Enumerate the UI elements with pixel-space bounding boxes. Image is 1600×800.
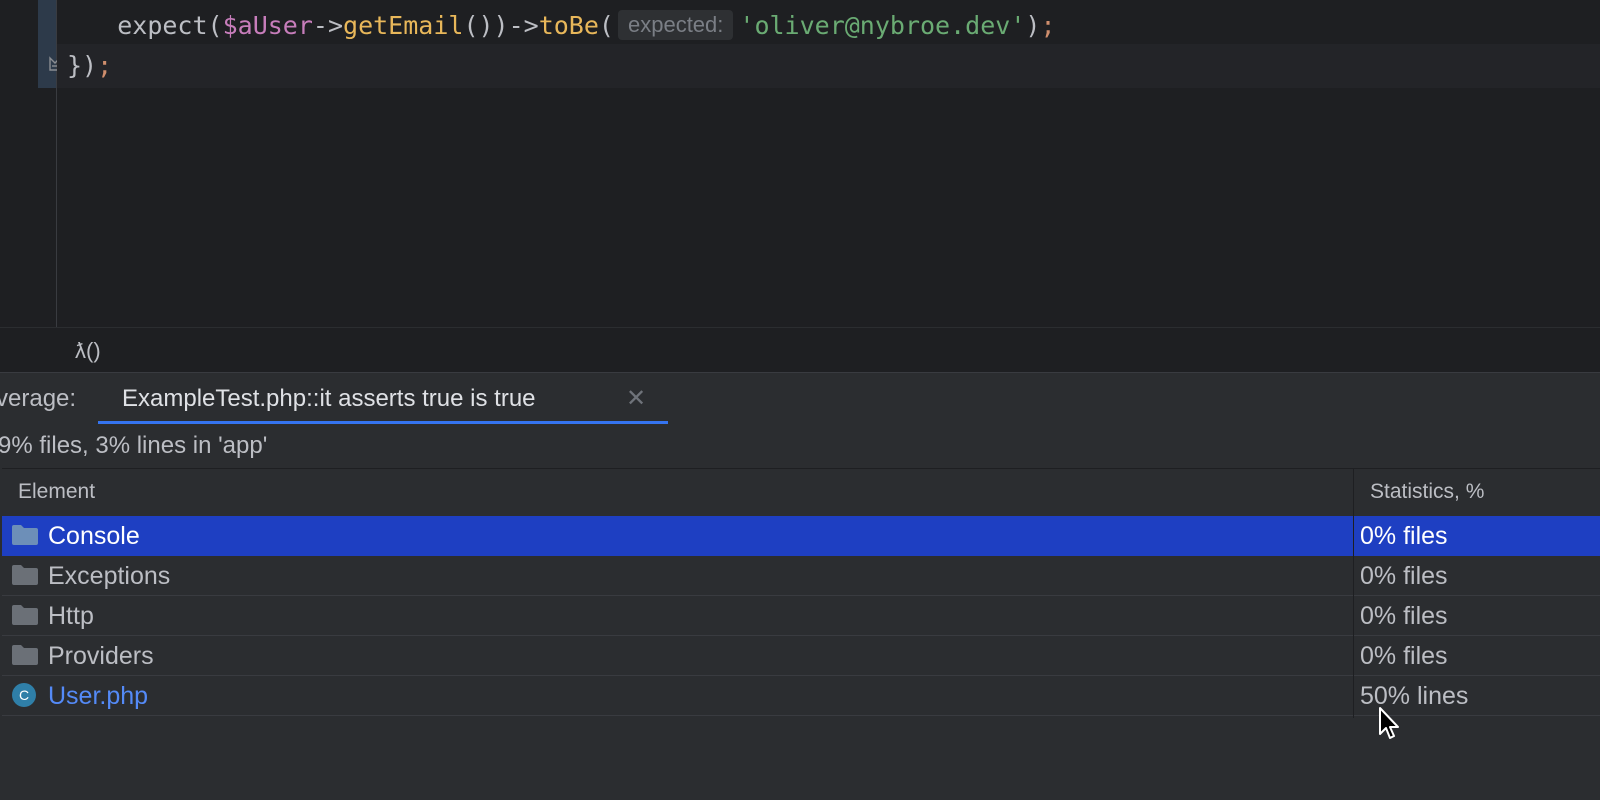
coverage-summary: 9% files, 3% lines in 'app'	[0, 432, 268, 459]
table-row[interactable]: Exceptions 0% files	[2, 556, 1600, 596]
table-row[interactable]: Console 0% files	[2, 516, 1600, 556]
code-closing-brace: })	[67, 51, 98, 80]
parameter-inlay-hint: expected:	[617, 10, 734, 40]
table-row[interactable]: Http 0% files	[2, 596, 1600, 636]
coverage-tool-header: verage: ExampleTest.php::it asserts true…	[0, 372, 1600, 426]
code-variable: $aUser	[222, 11, 313, 40]
table-header: Element Statistics, %	[2, 468, 1600, 518]
coverage-summary-bar: 9% files, 3% lines in 'app'	[0, 424, 1600, 468]
row-statistic: 0% files	[1360, 602, 1448, 630]
code-editor[interactable]: expect($aUser->getEmail())->toBe(expecte…	[0, 0, 1600, 327]
mouse-cursor-icon	[1378, 706, 1402, 742]
folder-icon	[11, 564, 39, 586]
table-row[interactable]: C User.php 50% lines	[2, 676, 1600, 716]
close-icon[interactable]: ✕	[626, 382, 646, 416]
editor-gutter[interactable]	[0, 0, 57, 327]
code-line-2[interactable]: });	[57, 44, 1600, 88]
coverage-table[interactable]: Element Statistics, % Console 0% files E…	[2, 468, 1600, 800]
table-row[interactable]: Providers 0% files	[2, 636, 1600, 676]
editor-breadcrumb-bar: ƛ()	[0, 327, 1600, 373]
folder-icon	[11, 604, 39, 626]
code-paren: (	[207, 11, 223, 40]
tab-coverage-run[interactable]: ExampleTest.php::it asserts true is true…	[98, 373, 668, 426]
folder-icon	[11, 644, 39, 666]
code-string-literal: 'oliver@nybroe.dev'	[739, 11, 1026, 40]
code-call-parens: ())	[463, 11, 509, 40]
code-semicolon: ;	[1040, 11, 1056, 40]
row-name: Exceptions	[48, 562, 171, 590]
code-arrow: ->	[312, 11, 344, 40]
code-line-1[interactable]: expect($aUser->getEmail())->toBe(expecte…	[57, 4, 1600, 48]
code-method-tobe: toBe	[538, 11, 599, 40]
php-class-icon: C	[11, 683, 39, 707]
row-statistic: 0% files	[1360, 562, 1448, 590]
row-name: Console	[48, 522, 140, 550]
row-statistic: 0% files	[1360, 642, 1448, 670]
code-function-expect: expect	[117, 11, 208, 40]
row-statistic: 0% files	[1360, 522, 1448, 550]
code-semicolon: ;	[97, 51, 113, 80]
breadcrumb-lambda[interactable]: ƛ()	[75, 336, 101, 366]
svg-text:C: C	[19, 687, 29, 703]
row-statistic: 50% lines	[1360, 682, 1469, 710]
tab-label: ExampleTest.php::it asserts true is true	[122, 385, 536, 412]
folder-icon	[11, 524, 39, 546]
code-arrow: ->	[508, 11, 539, 40]
row-name: User.php	[48, 682, 149, 710]
column-header-statistics[interactable]: Statistics, %	[1370, 477, 1484, 507]
row-name: Providers	[48, 642, 154, 670]
row-name: Http	[48, 602, 94, 630]
column-divider[interactable]	[1353, 468, 1354, 718]
column-header-element[interactable]: Element	[18, 477, 95, 507]
coverage-title: verage:	[0, 385, 77, 412]
code-paren: (	[598, 11, 614, 40]
code-method-getemail: getEmail	[343, 11, 464, 40]
code-paren: )	[1025, 11, 1041, 40]
gutter-change-marker	[38, 0, 56, 88]
